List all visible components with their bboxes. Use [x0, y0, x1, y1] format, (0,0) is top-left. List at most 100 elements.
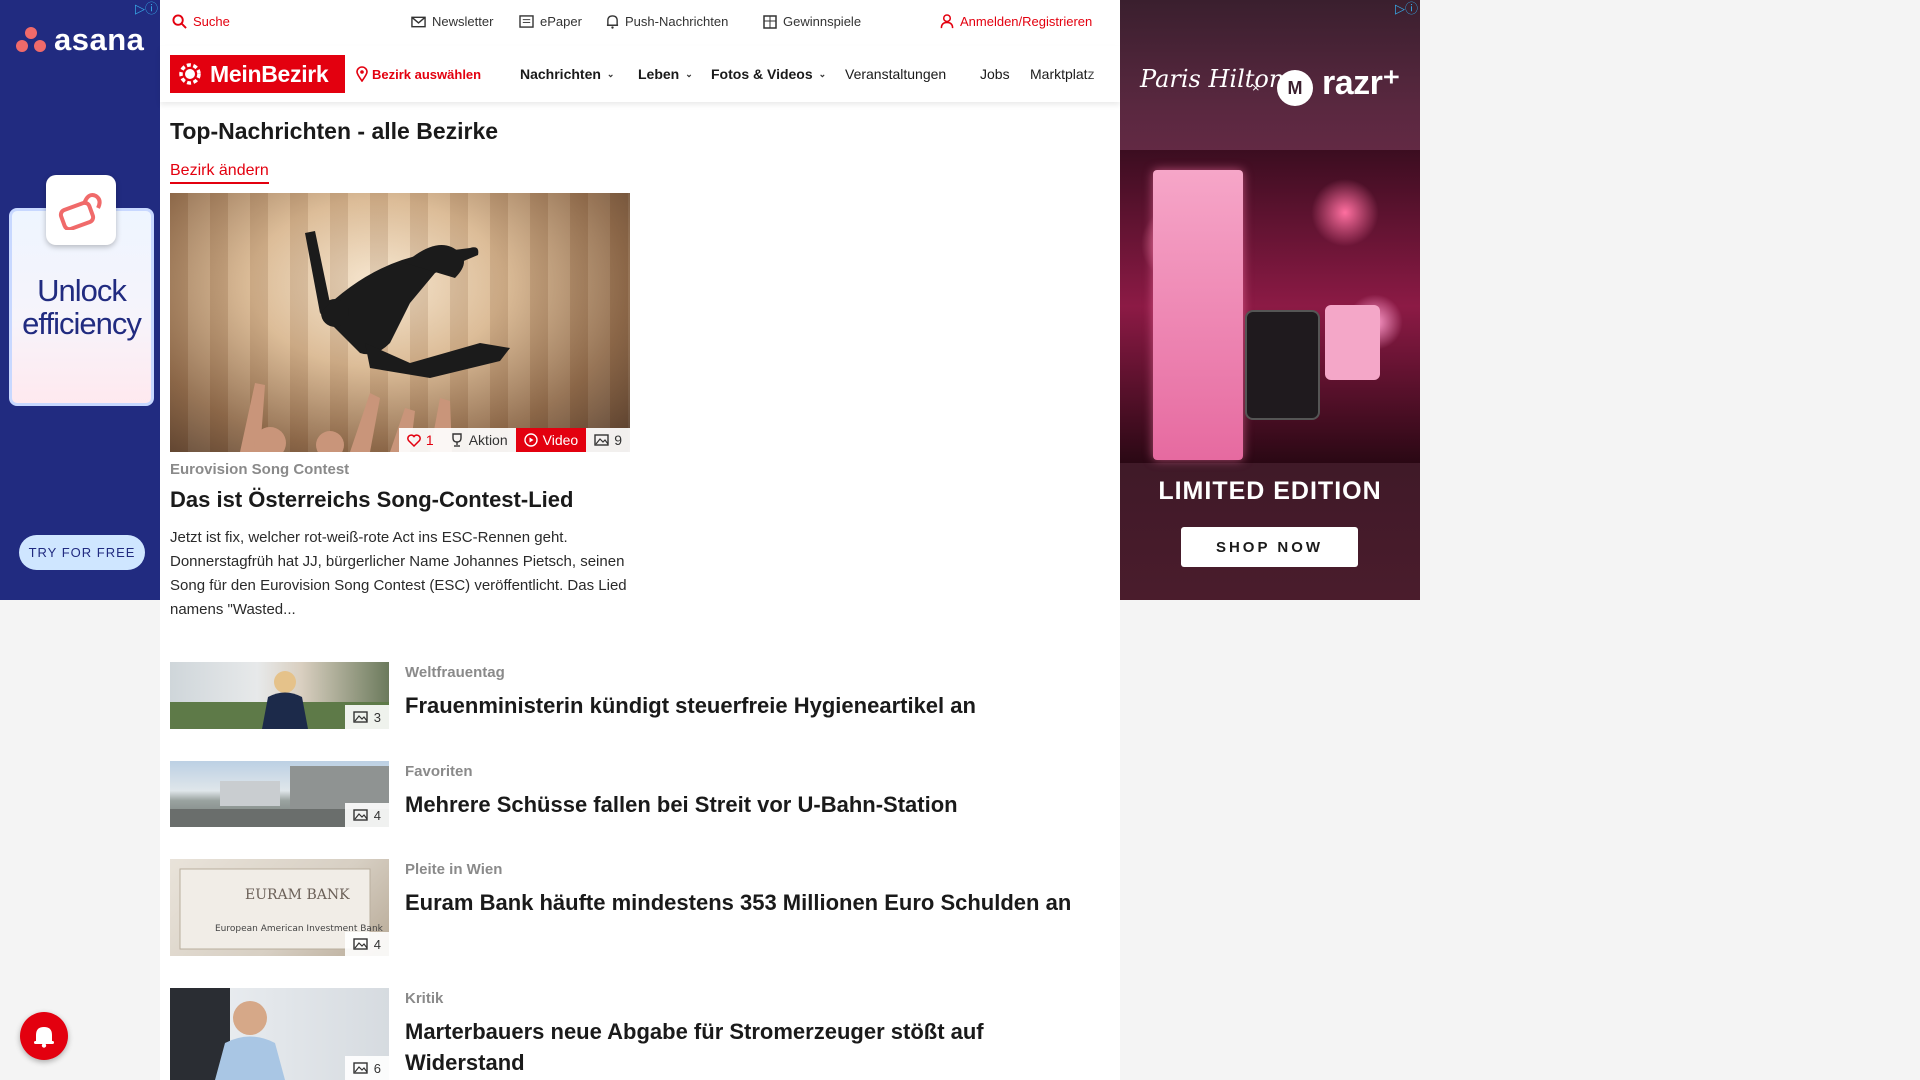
product-box-image [1153, 170, 1243, 460]
top-utility-bar: Suche Newsletter ePaper Push-Nachrichten… [160, 0, 1120, 46]
nav-life[interactable]: Leben ⌄ [638, 66, 693, 82]
list-item[interactable]: 3 Weltfrauentag Frauenministerin kündigt… [170, 662, 1100, 730]
login-label: Anmelden/Registrieren [960, 14, 1093, 29]
article-thumbnail: 6 [170, 988, 389, 1080]
article-title[interactable]: Marterbauers neue Abgabe für Stromerzeug… [405, 1016, 1095, 1078]
epaper-link[interactable]: ePaper [519, 14, 582, 29]
article-thumbnail: EURAM BANK European American Investment B… [170, 859, 389, 956]
photo-count: 6 [373, 1060, 381, 1076]
paris-hilton-signature: Paris Hilton [1140, 65, 1285, 93]
photo-count: 4 [373, 807, 381, 823]
adchoices-icon[interactable]: ▷ⓘ [135, 2, 158, 15]
list-item[interactable]: 4 Favoriten Mehrere Schüsse fallen bei S… [170, 761, 1100, 829]
chevron-down-icon: ⌄ [606, 68, 615, 79]
nav-jobs[interactable]: Jobs [980, 66, 1010, 82]
ad-headline: LIMITED EDITION [1158, 477, 1382, 505]
featured-title[interactable]: Das ist Österreichs Song-Contest-Lied [170, 487, 573, 513]
logo-text: MeinBezirk [210, 60, 329, 87]
change-district-link[interactable]: Bezirk ändern [170, 162, 269, 184]
like-count: 1 [425, 432, 434, 448]
gallery-icon [353, 1062, 368, 1074]
article-kicker: Weltfrauentag [405, 664, 505, 681]
asana-ad[interactable]: ▷ⓘ asana Unlock efficiency TRY FOR FREE [0, 0, 160, 600]
gift-icon [763, 14, 777, 29]
main-column: Suche Newsletter ePaper Push-Nachrichten… [160, 0, 1120, 1080]
razr-wordmark: razr⁺ [1322, 64, 1400, 102]
district-select-label: Bezirk auswählen [372, 66, 482, 82]
photo-count-badge: 3 [344, 705, 389, 729]
article-title[interactable]: Frauenministerin kündigt steuerfreie Hyg… [405, 690, 1095, 721]
photo-count: 4 [373, 936, 381, 952]
sun-logo-icon [179, 63, 201, 85]
featured-photo-illustration [240, 231, 510, 452]
gallery-icon [353, 938, 368, 950]
video-badge[interactable]: Video [515, 428, 587, 452]
article-thumbnail: 4 [170, 761, 389, 827]
featured-badges: 1 Aktion Video 9 [398, 428, 630, 452]
list-item[interactable]: 6 Kritik Marterbauers neue Abgabe für St… [170, 988, 1100, 1080]
search-link[interactable]: Suche [172, 14, 230, 29]
play-icon [523, 433, 538, 447]
article-title[interactable]: Mehrere Schüsse fallen bei Streit vor U-… [405, 789, 1095, 820]
push-label: Push-Nachrichten [625, 14, 729, 29]
gallery-icon [353, 809, 368, 821]
epaper-label: ePaper [540, 14, 582, 29]
asana-wordmark: asana [54, 22, 145, 57]
nav-news[interactable]: Nachrichten ⌄ [520, 66, 614, 82]
try-for-free-button[interactable]: TRY FOR FREE [19, 535, 145, 570]
video-label: Video [542, 432, 579, 448]
search-label: Suche [193, 14, 230, 29]
article-title[interactable]: Euram Bank häufte mindestens 353 Million… [405, 887, 1095, 918]
adchoices-icon[interactable]: ▷ⓘ [1395, 2, 1418, 15]
nav-marketplace[interactable]: Marktplatz [1030, 66, 1110, 82]
location-pin-icon [356, 66, 368, 82]
photo-count-badge: 4 [344, 803, 389, 827]
featured-teaser: Jetzt ist fix, welcher rot-weiß-rote Act… [170, 529, 627, 618]
svg-text:EURAM BANK: EURAM BANK [245, 887, 350, 903]
mail-icon [411, 16, 426, 27]
nav-jobs-label: Jobs [980, 66, 1010, 82]
article-kicker: Kritik [405, 990, 444, 1007]
phone-image [1245, 310, 1320, 420]
photo-count-badge: 6 [344, 1056, 389, 1080]
chevron-down-icon: ⌄ [685, 68, 693, 79]
nav-life-label: Leben [638, 66, 680, 82]
action-label: Aktion [468, 432, 508, 448]
collab-separator: × [1252, 80, 1260, 95]
like-badge[interactable]: 1 [398, 428, 442, 452]
page-title: Top-Nachrichten - alle Bezirke [170, 118, 499, 144]
asana-dots-icon [16, 27, 46, 53]
newsletter-link[interactable]: Newsletter [411, 14, 493, 29]
gallery-icon [594, 434, 609, 446]
accessory-image [1325, 305, 1380, 380]
featured-kicker: Eurovision Song Contest [170, 461, 350, 478]
bell-icon [606, 15, 619, 29]
login-link[interactable]: Anmelden/Registrieren [940, 14, 1092, 29]
motorola-logo-icon: M [1277, 70, 1313, 106]
shop-now-button[interactable]: SHOP NOW [1181, 527, 1358, 567]
trophy-icon [452, 433, 462, 447]
nav-photos-videos[interactable]: Fotos & Videos ⌄ [711, 66, 826, 82]
newsletter-label: Newsletter [432, 14, 494, 29]
heart-icon [407, 433, 421, 447]
push-link[interactable]: Push-Nachrichten [606, 14, 728, 29]
nav-marketplace-label: Marktplatz [1030, 66, 1095, 82]
photo-count: 3 [373, 709, 381, 725]
article-kicker: Favoriten [405, 763, 473, 780]
district-select[interactable]: Bezirk auswählen [356, 66, 481, 82]
user-icon [940, 14, 954, 29]
bell-icon [34, 1027, 54, 1048]
contests-link[interactable]: Gewinnspiele [763, 14, 861, 29]
nav-events[interactable]: Veranstaltungen [845, 66, 946, 82]
meinbezirk-logo[interactable]: MeinBezirk [170, 55, 345, 93]
motorola-razr-ad[interactable]: ▷ⓘ Paris Hilton × M razr⁺ LIMITED EDITIO… [1120, 0, 1420, 600]
list-item[interactable]: EURAM BANK European American Investment B… [170, 859, 1100, 957]
notification-bell-button[interactable] [20, 1012, 68, 1060]
newspaper-icon [519, 15, 534, 28]
featured-image[interactable]: 1 Aktion Video 9 [170, 193, 630, 452]
contests-label: Gewinnspiele [783, 14, 862, 29]
photo-count-badge: 9 [586, 428, 630, 452]
nav-photos-label: Fotos & Videos [711, 66, 813, 82]
main-navigation: MeinBezirk Bezirk auswählen Nachrichten ⌄… [160, 46, 1120, 102]
article-thumbnail: 3 [170, 662, 389, 729]
